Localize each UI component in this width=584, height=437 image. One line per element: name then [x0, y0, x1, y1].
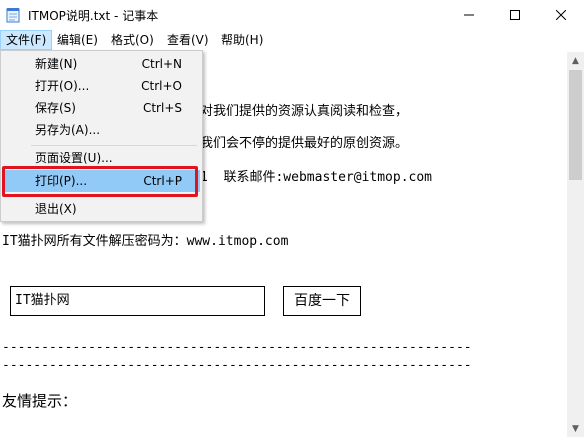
close-button[interactable]: [538, 0, 584, 30]
menu-edit[interactable]: 编辑(E): [52, 30, 103, 50]
menu-item-label: 保存(S): [35, 101, 76, 115]
title-bar[interactable]: ITMOP说明.txt - 记事本: [0, 0, 584, 30]
maximize-icon: [510, 10, 520, 20]
dash-line: ----------------------------------------…: [2, 340, 472, 355]
scroll-down-arrow-icon[interactable]: ▼: [567, 420, 584, 437]
menu-view[interactable]: 查看(V): [162, 30, 214, 50]
menu-file[interactable]: 文件(F): [0, 30, 53, 50]
text-line: IT猫扑网所有文件解压密码为：www.itmop.com: [2, 234, 289, 249]
scroll-thumb[interactable]: [569, 70, 582, 180]
menu-bar: 文件(F) 编辑(E) 格式(O) 查看(V) 帮助(H): [0, 30, 584, 50]
text-line: 友情提示：: [2, 392, 78, 410]
menu-item-shortcut: Ctrl+O: [141, 79, 182, 93]
window-title: ITMOP说明.txt - 记事本: [28, 9, 159, 23]
menu-item-save[interactable]: 保存(S) Ctrl+S: [3, 97, 200, 119]
notepad-window: ITMOP说明.txt - 记事本 文件(F) 编辑(E) 格式(O) 查看(V…: [0, 0, 584, 437]
annotation-highlight-box: [2, 166, 198, 197]
text-line: 1 联系邮件:webmaster@itmop.com: [200, 170, 433, 185]
maximize-button[interactable]: [492, 0, 538, 30]
notepad-icon: [6, 8, 20, 23]
dash-line: ----------------------------------------…: [2, 358, 472, 373]
vertical-scrollbar[interactable]: ▲ ▼: [567, 52, 584, 437]
menu-item-shortcut: Ctrl+S: [142, 101, 182, 115]
close-icon: [556, 10, 566, 20]
minimize-icon: [464, 14, 474, 16]
menu-separator: [31, 145, 197, 146]
menu-help[interactable]: 帮助(H): [216, 30, 268, 50]
minimize-button[interactable]: [446, 0, 492, 30]
menu-item-new[interactable]: 新建(N) Ctrl+N: [3, 53, 200, 75]
menu-item-shortcut: Ctrl+N: [141, 57, 182, 71]
menu-format[interactable]: 格式(O): [106, 30, 159, 50]
text-line: 我们会不停的提供最好的原创资源。: [200, 136, 409, 151]
scroll-up-arrow-icon[interactable]: ▲: [567, 52, 584, 69]
menu-item-label: 打开(O)...: [35, 79, 90, 93]
menu-item-save-as[interactable]: 另存为(A)...: [3, 119, 200, 141]
menu-item-label: 另存为(A)...: [35, 123, 101, 137]
text-line: 对我们提供的资源认真阅读和检查，: [200, 104, 409, 119]
ascii-search-box: IT猫扑网: [10, 286, 265, 316]
menu-item-label: 退出(X): [35, 202, 77, 216]
menu-item-exit[interactable]: 退出(X): [3, 198, 200, 220]
ascii-search-button: 百度一下: [283, 286, 361, 316]
menu-item-label: 新建(N): [35, 57, 78, 71]
menu-item-open[interactable]: 打开(O)... Ctrl+O: [3, 75, 200, 97]
